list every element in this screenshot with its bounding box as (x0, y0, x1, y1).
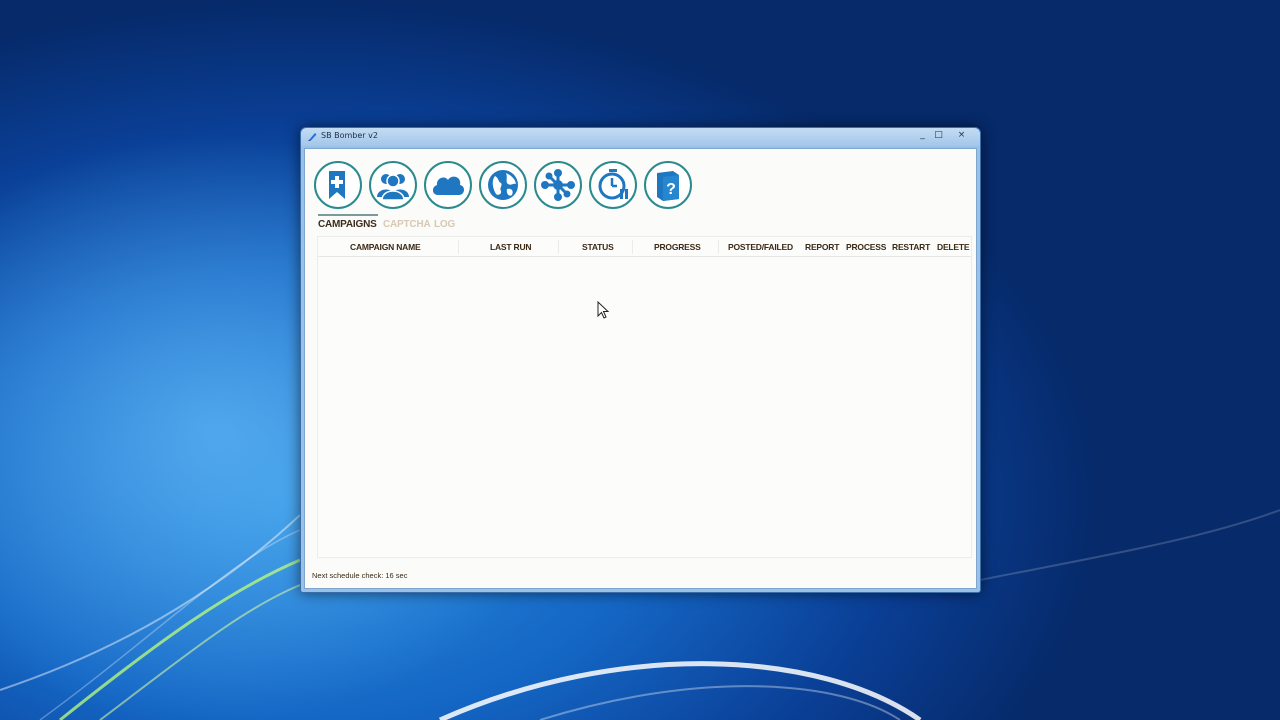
app-icon (308, 133, 317, 141)
column-report[interactable]: REPORT (805, 242, 839, 252)
column-delete[interactable]: DELETE (937, 242, 970, 252)
status-text: Next schedule check: 16 sec (312, 571, 408, 580)
network-icon (541, 169, 575, 201)
svg-text:?: ? (666, 181, 676, 198)
table-header: CAMPAIGN NAME LAST RUN STATUS PROGRESS P… (318, 237, 971, 257)
cloud-button[interactable] (424, 161, 472, 209)
app-window: SB Bomber v2 _ □ × ? CAMPAIGNS CAPTCHA L… (300, 127, 981, 593)
users-icon (377, 174, 409, 201)
tab-captcha[interactable]: CAPTCHA (383, 219, 431, 230)
client-area: ? CAMPAIGNS CAPTCHA LOG CAMPAIGN NAME LA… (304, 148, 977, 589)
column-posted-failed[interactable]: POSTED/FAILED (728, 242, 793, 252)
column-process[interactable]: PROCESS (846, 242, 886, 252)
column-restart[interactable]: RESTART (892, 242, 930, 252)
column-progress[interactable]: PROGRESS (654, 242, 701, 252)
globe-icon (488, 170, 518, 200)
new-campaign-button[interactable] (314, 161, 362, 209)
cloud-icon (432, 176, 465, 195)
column-separator (558, 240, 559, 254)
mouse-cursor-icon (597, 301, 610, 319)
stopwatch-icon (598, 169, 628, 200)
window-title: SB Bomber v2 (321, 131, 378, 140)
maximize-button[interactable]: □ (929, 129, 948, 141)
campaigns-table: CAMPAIGN NAME LAST RUN STATUS PROGRESS P… (317, 236, 972, 558)
help-book-icon: ? (657, 171, 679, 201)
tab-divider (318, 214, 378, 216)
web-button[interactable] (479, 161, 527, 209)
network-button[interactable] (534, 161, 582, 209)
title-bar[interactable]: SB Bomber v2 _ □ × (301, 128, 980, 146)
scheduler-button[interactable] (589, 161, 637, 209)
column-campaign-name[interactable]: CAMPAIGN NAME (350, 242, 421, 252)
column-status[interactable]: STATUS (582, 242, 614, 252)
column-separator (718, 240, 719, 254)
column-last-run[interactable]: LAST RUN (490, 242, 532, 252)
close-button[interactable]: × (952, 129, 971, 141)
tab-log[interactable]: LOG (434, 219, 455, 230)
tab-campaigns[interactable]: CAMPAIGNS (318, 219, 377, 230)
bookmark-plus-icon (329, 171, 345, 199)
column-separator (458, 240, 459, 254)
column-separator (632, 240, 633, 254)
accounts-button[interactable] (369, 161, 417, 209)
help-button[interactable]: ? (644, 161, 692, 209)
